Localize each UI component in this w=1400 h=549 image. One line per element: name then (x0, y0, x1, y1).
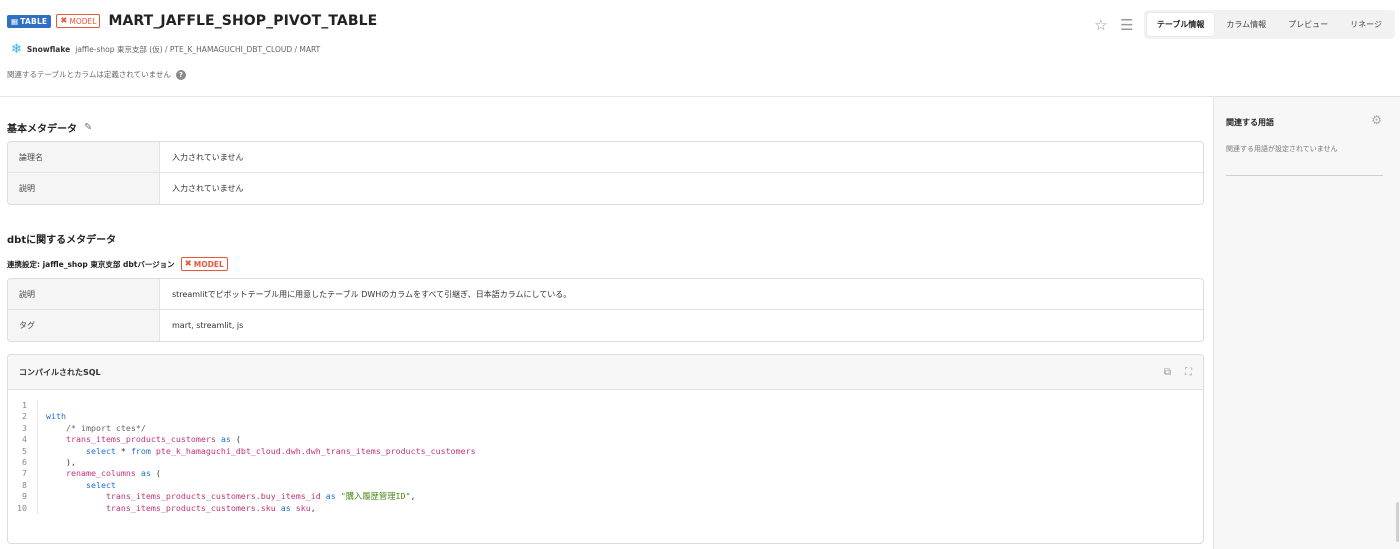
copy-icon[interactable]: ⧉ (1164, 367, 1171, 378)
related-note: 関連するテーブルとカラムは定義されていません ? (7, 69, 186, 80)
breadcrumb-path[interactable]: jaffle-shop 東京支部 (仮) / PTE_K_HAMAGUCHI_D… (75, 44, 320, 55)
line-number: 1 (8, 400, 38, 412)
line-number: 8 (8, 479, 38, 492)
view-tabs: テーブル情報 カラム情報 プレビュー リネージ (1143, 10, 1395, 39)
code-line: 8 select (8, 479, 1203, 492)
row-value: 入力されていません (172, 152, 244, 162)
header-actions: ☆ ☰ テーブル情報 カラム情報 プレビュー リネージ (1092, 10, 1395, 39)
breadcrumb: ❄ Snowflake jaffle-shop 東京支部 (仮) / PTE_K… (11, 43, 320, 56)
row-key: 説明 (8, 279, 160, 309)
dbt-icon: ✖ (184, 259, 192, 269)
table-row: タグ mart, streamlit, js (8, 310, 1203, 341)
code-line: 9 trans_items_products_customers.buy_ite… (8, 491, 1203, 503)
page-title: MART_JAFFLE_SHOP_PIVOT_TABLE (108, 13, 378, 29)
code-line: 3 /* import ctes*/ (8, 422, 1203, 435)
row-key: 説明 (8, 173, 160, 204)
code-line: 10 trans_items_products_customers.sku as… (8, 502, 1203, 515)
help-icon[interactable]: ? (175, 69, 186, 80)
gear-icon[interactable]: ⚙ (1371, 113, 1382, 127)
star-icon[interactable]: ☆ (1092, 16, 1110, 34)
table-row: 論理名 入力されていません (8, 142, 1203, 173)
sql-code: 1 2 with 3 /* import ctes*/ 4 trans_items… (8, 390, 1203, 515)
code-line: 4 trans_items_products_customers as ( (8, 434, 1203, 446)
divider (1226, 175, 1383, 176)
title-row: ▦ TABLE ✖ MODEL MART_JAFFLE_SHOP_PIVOT_T… (7, 13, 377, 29)
main-content: 基本メタデータ ✎ 論理名 入力されていません 説明 入力されていません dbt… (0, 97, 1213, 549)
line-number: 4 (8, 434, 38, 446)
row-value: streamlitでピボットテーブル用に用意したテーブル DWHのカラムをすべて… (172, 289, 572, 299)
line-number: 10 (8, 502, 38, 515)
sql-header: コンパイルされたSQL ⧉ ⛶ (8, 355, 1203, 390)
compiled-sql-panel: コンパイルされたSQL ⧉ ⛶ 1 2 with 3 /* import ctes… (7, 354, 1204, 544)
code-line: 5 select * from pte_k_hamaguchi_dbt_clou… (8, 445, 1203, 458)
code-line: 1 (8, 400, 1203, 412)
line-number: 5 (8, 445, 38, 458)
basic-meta-title: 基本メタデータ ✎ (7, 122, 93, 135)
line-number: 6 (8, 457, 38, 469)
tab-lineage[interactable]: リネージ (1340, 13, 1392, 36)
list-search-icon[interactable]: ☰ (1118, 16, 1136, 34)
row-value: mart, streamlit, js (172, 321, 244, 330)
table-row: 説明 streamlitでピボットテーブル用に用意したテーブル DWHのカラムを… (8, 279, 1203, 310)
dbt-icon: ✖ (60, 16, 68, 26)
row-key: タグ (8, 310, 160, 341)
related-terms-empty: 関連する用語が設定されていません (1226, 145, 1338, 153)
dbt-meta-table: 説明 streamlitでピボットテーブル用に用意したテーブル DWHのカラムを… (7, 278, 1204, 342)
table-icon: ▦ (11, 16, 19, 26)
table-row: 説明 入力されていません (8, 173, 1203, 204)
breadcrumb-platform: Snowflake (26, 45, 71, 54)
related-terms-panel: 関連する用語 ⚙ 関連する用語が設定されていません (1213, 97, 1400, 549)
edit-pencil-icon[interactable]: ✎ (84, 122, 92, 133)
code-line: 6 ), (8, 457, 1203, 469)
sql-title: コンパイルされたSQL (19, 367, 101, 377)
expand-icon[interactable]: ⛶ (1185, 367, 1192, 378)
basic-meta-table: 論理名 入力されていません 説明 入力されていません (7, 141, 1204, 205)
tab-preview[interactable]: プレビュー (1278, 13, 1338, 36)
row-value: 入力されていません (172, 184, 244, 193)
tab-column-info[interactable]: カラム情報 (1216, 13, 1276, 36)
code-line: 2 with (8, 411, 1203, 423)
model-badge: ✖ MODEL (180, 257, 228, 271)
snowflake-icon: ❄ (11, 42, 22, 57)
line-number: 9 (8, 491, 38, 503)
dbt-meta-title: dbtに関するメタデータ (7, 235, 117, 246)
page-header: ▦ TABLE ✖ MODEL MART_JAFFLE_SHOP_PIVOT_T… (0, 0, 1400, 97)
line-number: 3 (8, 422, 38, 435)
line-number: 7 (8, 468, 38, 480)
row-key: 論理名 (8, 142, 160, 172)
table-badge: ▦ TABLE (7, 14, 52, 28)
related-terms-title: 関連する用語 (1226, 118, 1274, 127)
model-badge: ✖ MODEL (56, 14, 101, 28)
scrollbar[interactable] (1396, 502, 1399, 542)
code-line: 7 rename_columns as ( (8, 468, 1203, 480)
dbt-settings: 連携設定: jaffle_shop 東京支部 dbtバージョン ✖ MODEL (7, 257, 228, 271)
line-number: 2 (8, 411, 38, 423)
tab-table-info[interactable]: テーブル情報 (1146, 13, 1215, 36)
sql-actions: ⧉ ⛶ (1164, 367, 1192, 378)
